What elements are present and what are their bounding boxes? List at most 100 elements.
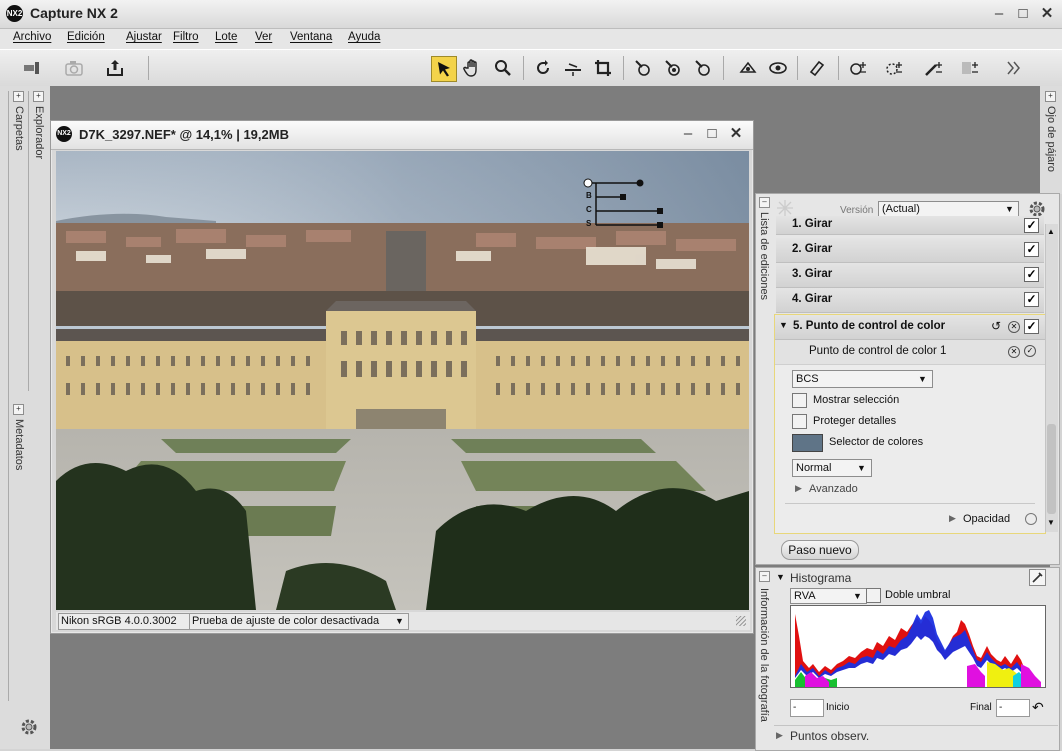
double-threshold-checkbox[interactable] (866, 588, 881, 603)
panel-collapse-button[interactable]: – (759, 571, 770, 582)
dock-collapse-button-2[interactable]: + (33, 91, 44, 102)
hand-icon[interactable] (461, 56, 485, 80)
edit-step-2[interactable]: 2. Girar ✓ (776, 238, 1044, 263)
triangle-right-icon[interactable]: ▶ (776, 730, 783, 741)
tab-metadatos[interactable]: Metadatos (13, 419, 25, 470)
dock-collapse-button-3[interactable]: + (13, 404, 24, 415)
new-step-button[interactable]: Paso nuevo (781, 540, 859, 560)
rotate-icon[interactable] (531, 56, 555, 80)
color-selector-swatch[interactable] (792, 434, 823, 452)
edit-step-1[interactable]: 1. Girar ✓ (776, 216, 1044, 235)
histogram-title: Histograma (790, 571, 852, 585)
gradient-plus-icon[interactable] (958, 56, 982, 80)
menu-ajustar[interactable]: Ajustar (126, 31, 162, 43)
mode-select[interactable]: BCS ▼ (792, 370, 933, 388)
point-visibility-icon[interactable]: ✓ (1024, 345, 1036, 357)
edit-step-label: 3. Girar (792, 268, 833, 280)
photo-canvas[interactable]: B C S (56, 151, 749, 610)
edit-step-checkbox[interactable]: ✓ (1024, 242, 1039, 257)
photo-schonbrunn (56, 151, 749, 610)
menu-archivo[interactable]: Archivo (13, 31, 51, 43)
resize-grip-icon[interactable] (736, 616, 746, 626)
opacity-label[interactable]: Opacidad (963, 513, 1010, 525)
blend-mode-select[interactable]: Normal ▼ (792, 459, 872, 477)
menu-lote[interactable]: Lote (215, 31, 237, 43)
straighten-icon[interactable] (561, 56, 585, 80)
image-maximize-button[interactable]: □ (703, 125, 721, 143)
edit-step-checkbox[interactable]: ✓ (1024, 267, 1039, 282)
protect-details-checkbox[interactable] (792, 414, 807, 429)
advanced-label[interactable]: Avanzado (809, 483, 858, 495)
browser-toggle-icon[interactable] (20, 56, 44, 80)
eyedropper-icon[interactable] (1029, 569, 1046, 586)
scrollbar-thumb[interactable] (1047, 424, 1056, 514)
edit-step-checkbox[interactable]: ✓ (1024, 218, 1039, 233)
tab-carpetas[interactable]: Carpetas (13, 106, 25, 151)
opacity-dial-icon[interactable] (1025, 513, 1037, 525)
control-point-item[interactable]: Punto de control de color 1 ✕ ✓ (775, 340, 1045, 365)
active-step-checkbox[interactable]: ✓ (1024, 319, 1039, 334)
settings-gear-icon[interactable] (18, 716, 40, 741)
edit-list-scrollbar[interactable]: ▲ ▼ (1045, 224, 1058, 532)
active-step-label: 5. Punto de control de color (793, 320, 946, 332)
tab-informacion-fotografia[interactable]: Información de la fotografía (758, 588, 770, 722)
histogram-start-input[interactable]: - (790, 699, 824, 717)
lasso-icon[interactable] (805, 56, 829, 80)
ellipse-plus-icon[interactable] (882, 56, 906, 80)
chevron-down-icon: ▼ (395, 616, 404, 626)
dock-collapse-button-4[interactable]: + (1045, 91, 1056, 102)
red-eye-icon[interactable] (736, 56, 760, 80)
menu-ayuda[interactable]: Ayuda (348, 31, 380, 43)
active-step-header[interactable]: ▼ 5. Punto de control de color ↺ ✕ ✓ (775, 315, 1045, 340)
color-point-icon[interactable] (631, 56, 655, 80)
triangle-right-icon[interactable]: ▶ (795, 483, 802, 494)
control-point-label-s: S (586, 219, 592, 228)
triangle-down-icon[interactable]: ▼ (776, 572, 785, 582)
auto-retouch-brush-icon[interactable] (766, 56, 790, 80)
zoom-icon[interactable] (491, 56, 515, 80)
tab-explorador[interactable]: Explorador (33, 106, 45, 159)
edit-step-3[interactable]: 3. Girar ✓ (776, 263, 1044, 288)
show-selection-checkbox[interactable] (792, 393, 807, 408)
dock-collapse-button[interactable]: + (13, 91, 24, 102)
panel-collapse-button[interactable]: – (759, 197, 770, 208)
scroll-down-icon[interactable]: ▼ (1047, 518, 1055, 527)
direct-select-arrow-icon[interactable] (431, 56, 457, 82)
version-value: (Actual) (882, 203, 920, 215)
scroll-up-icon[interactable]: ▲ (1047, 227, 1055, 236)
reset-icon[interactable]: ↺ (991, 319, 1001, 333)
menu-ventana[interactable]: Ventana (290, 31, 332, 43)
histogram-end-input[interactable]: - (996, 699, 1030, 717)
triangle-right-icon[interactable]: ▶ (949, 513, 956, 524)
image-close-button[interactable]: ✕ (727, 125, 745, 143)
black-point-icon[interactable] (661, 56, 685, 80)
crop-icon[interactable] (591, 56, 615, 80)
white-point-icon[interactable] (691, 56, 715, 80)
delete-icon[interactable]: ✕ (1008, 321, 1020, 333)
edit-step-checkbox[interactable]: ✓ (1024, 292, 1039, 307)
close-button[interactable]: ✕ (1038, 5, 1056, 23)
more-icon[interactable] (1002, 56, 1026, 80)
tab-lista-de-ediciones[interactable]: Lista de ediciones (758, 212, 770, 300)
channel-select[interactable]: RVA ▼ (790, 588, 867, 604)
maximize-button[interactable]: □ (1014, 5, 1032, 23)
brush-plus-icon[interactable] (922, 56, 946, 80)
histogram-graph (790, 605, 1046, 688)
camera-icon[interactable] (62, 56, 86, 80)
menu-filtro[interactable]: Filtro (173, 31, 199, 43)
selection-brush-plus-icon[interactable] (846, 56, 870, 80)
edit-step-4[interactable]: 4. Girar ✓ (776, 288, 1044, 313)
delete-point-icon[interactable]: ✕ (1008, 346, 1020, 358)
observation-points-label[interactable]: Puntos observ. (790, 729, 869, 743)
image-minimize-button[interactable]: – (679, 125, 697, 143)
reset-levels-icon[interactable]: ↶ (1032, 699, 1044, 716)
tab-ojo-de-pajaro[interactable]: Ojo de pájaro (1045, 106, 1057, 172)
left-dock: + Carpetas + Explorador + Metadatos (0, 86, 50, 749)
menu-edicion[interactable]: Edición (67, 31, 105, 43)
image-status-bar: Nikon sRGB 4.0.0.3002 Prueba de ajuste d… (56, 612, 750, 630)
image-window-logo-icon: NX2 (56, 126, 72, 142)
softproof-dropdown[interactable]: Prueba de ajuste de color desactivada ▼ (189, 613, 409, 630)
upload-icon[interactable] (103, 56, 127, 80)
minimize-button[interactable]: – (990, 5, 1008, 23)
menu-ver[interactable]: Ver (255, 31, 272, 43)
